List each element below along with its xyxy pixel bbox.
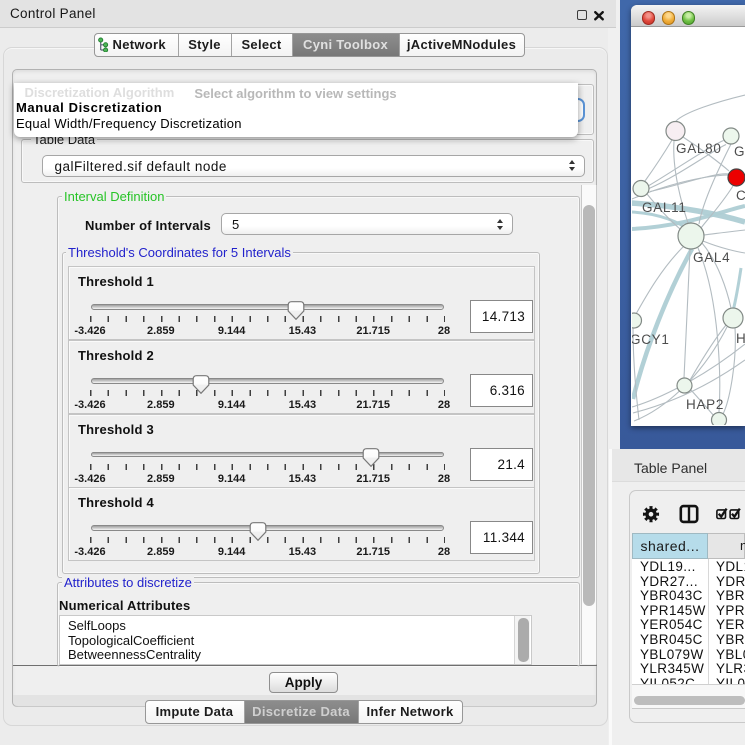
- svg-text:HI: HI: [736, 331, 745, 346]
- svg-text:GAL4: GAL4: [693, 250, 730, 265]
- svg-text:GCY1: GCY1: [632, 332, 670, 347]
- svg-text:GAL11: GAL11: [642, 200, 687, 215]
- svg-text:GAL80: GAL80: [676, 141, 722, 156]
- svg-text:HAP2: HAP2: [686, 397, 724, 412]
- svg-text:GA: GA: [734, 144, 745, 159]
- svg-text:CR: CR: [736, 188, 745, 203]
